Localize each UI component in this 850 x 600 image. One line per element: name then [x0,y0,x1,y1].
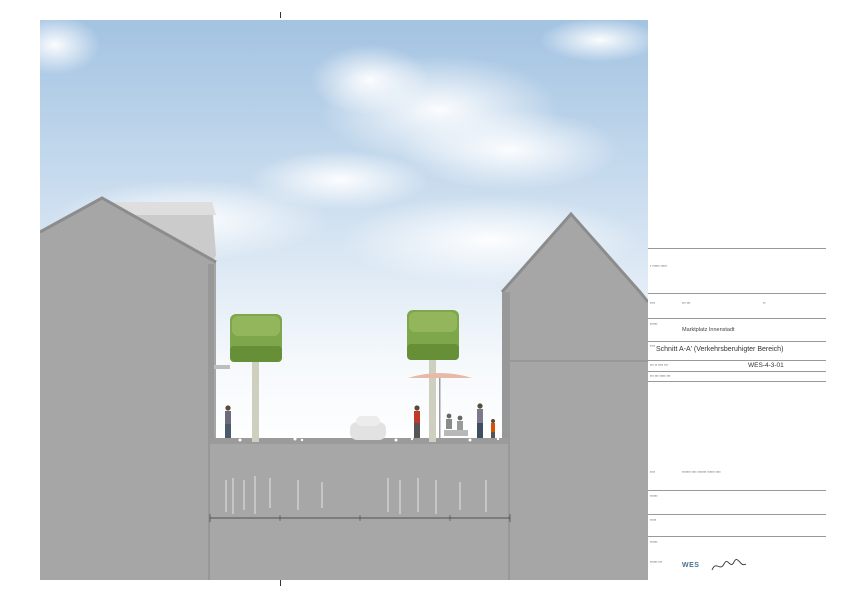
project-name: Marktplatz Innenstadt [682,327,735,333]
plan-title: Schnitt A-A' (Verkehrsberuhigter Bereich… [656,346,784,353]
tb-client-label: ▪ ▪▪▪▪▪▪ ▪▪▪▪▪ [650,264,667,268]
trim-mark-bottom [280,580,281,586]
signature [711,559,747,571]
plan-number: WES-4-3-01 [748,362,784,369]
tb-field-label: ▪▪ [763,301,766,305]
tb-field-label: ▪▪▪ ▪▪▪ ▪▪▪▪▪ ▪▪▪ [650,374,671,378]
office-logo: WES [682,562,700,569]
tb-field-label: ▪▪▪ ▪▪ ▪▪▪▪ ▪▪▪ [650,363,668,367]
tb-field-label: ▪▪▪▪▪▪ [650,494,658,498]
drawing-sheet: ▪ ▪▪▪▪▪▪ ▪▪▪▪▪ ▪▪▪▪ ▪▪▪ ▪▪▪ ▪▪ ▪▪▪▪▪▪ ▪▪… [0,0,850,600]
tb-field-label: ▪▪▪ ▪▪▪ [682,301,691,305]
tb-field-label: ▪▪▪▪ [650,301,655,305]
tb-field-label: ▪▪▪▪ [650,470,655,474]
tb-note: ▪▪▪▪▪▪▪ ▪▪▪▪ ▪▪▪▪▪▪▪ ▪▪▪▪▪▪ ▪▪▪▪ [682,470,721,474]
tb-field-label: ▪▪▪▪▪ [650,518,657,522]
tb-field-label: ▪▪▪▪ [650,344,655,348]
street-section-drawing [40,20,648,580]
trim-mark-top [280,12,281,18]
section-svg [40,20,648,580]
title-block: ▪ ▪▪▪▪▪▪ ▪▪▪▪▪ ▪▪▪▪ ▪▪▪ ▪▪▪ ▪▪ ▪▪▪▪▪▪ ▪▪… [648,248,826,588]
left-house [40,196,230,580]
tb-field-label: ▪▪▪▪▪▪ [650,540,658,544]
tb-field-label: ▪▪▪▪▪▪ ▪▪▪ [650,560,663,564]
tb-field-label: ▪▪▪▪▪▪ [650,322,658,326]
